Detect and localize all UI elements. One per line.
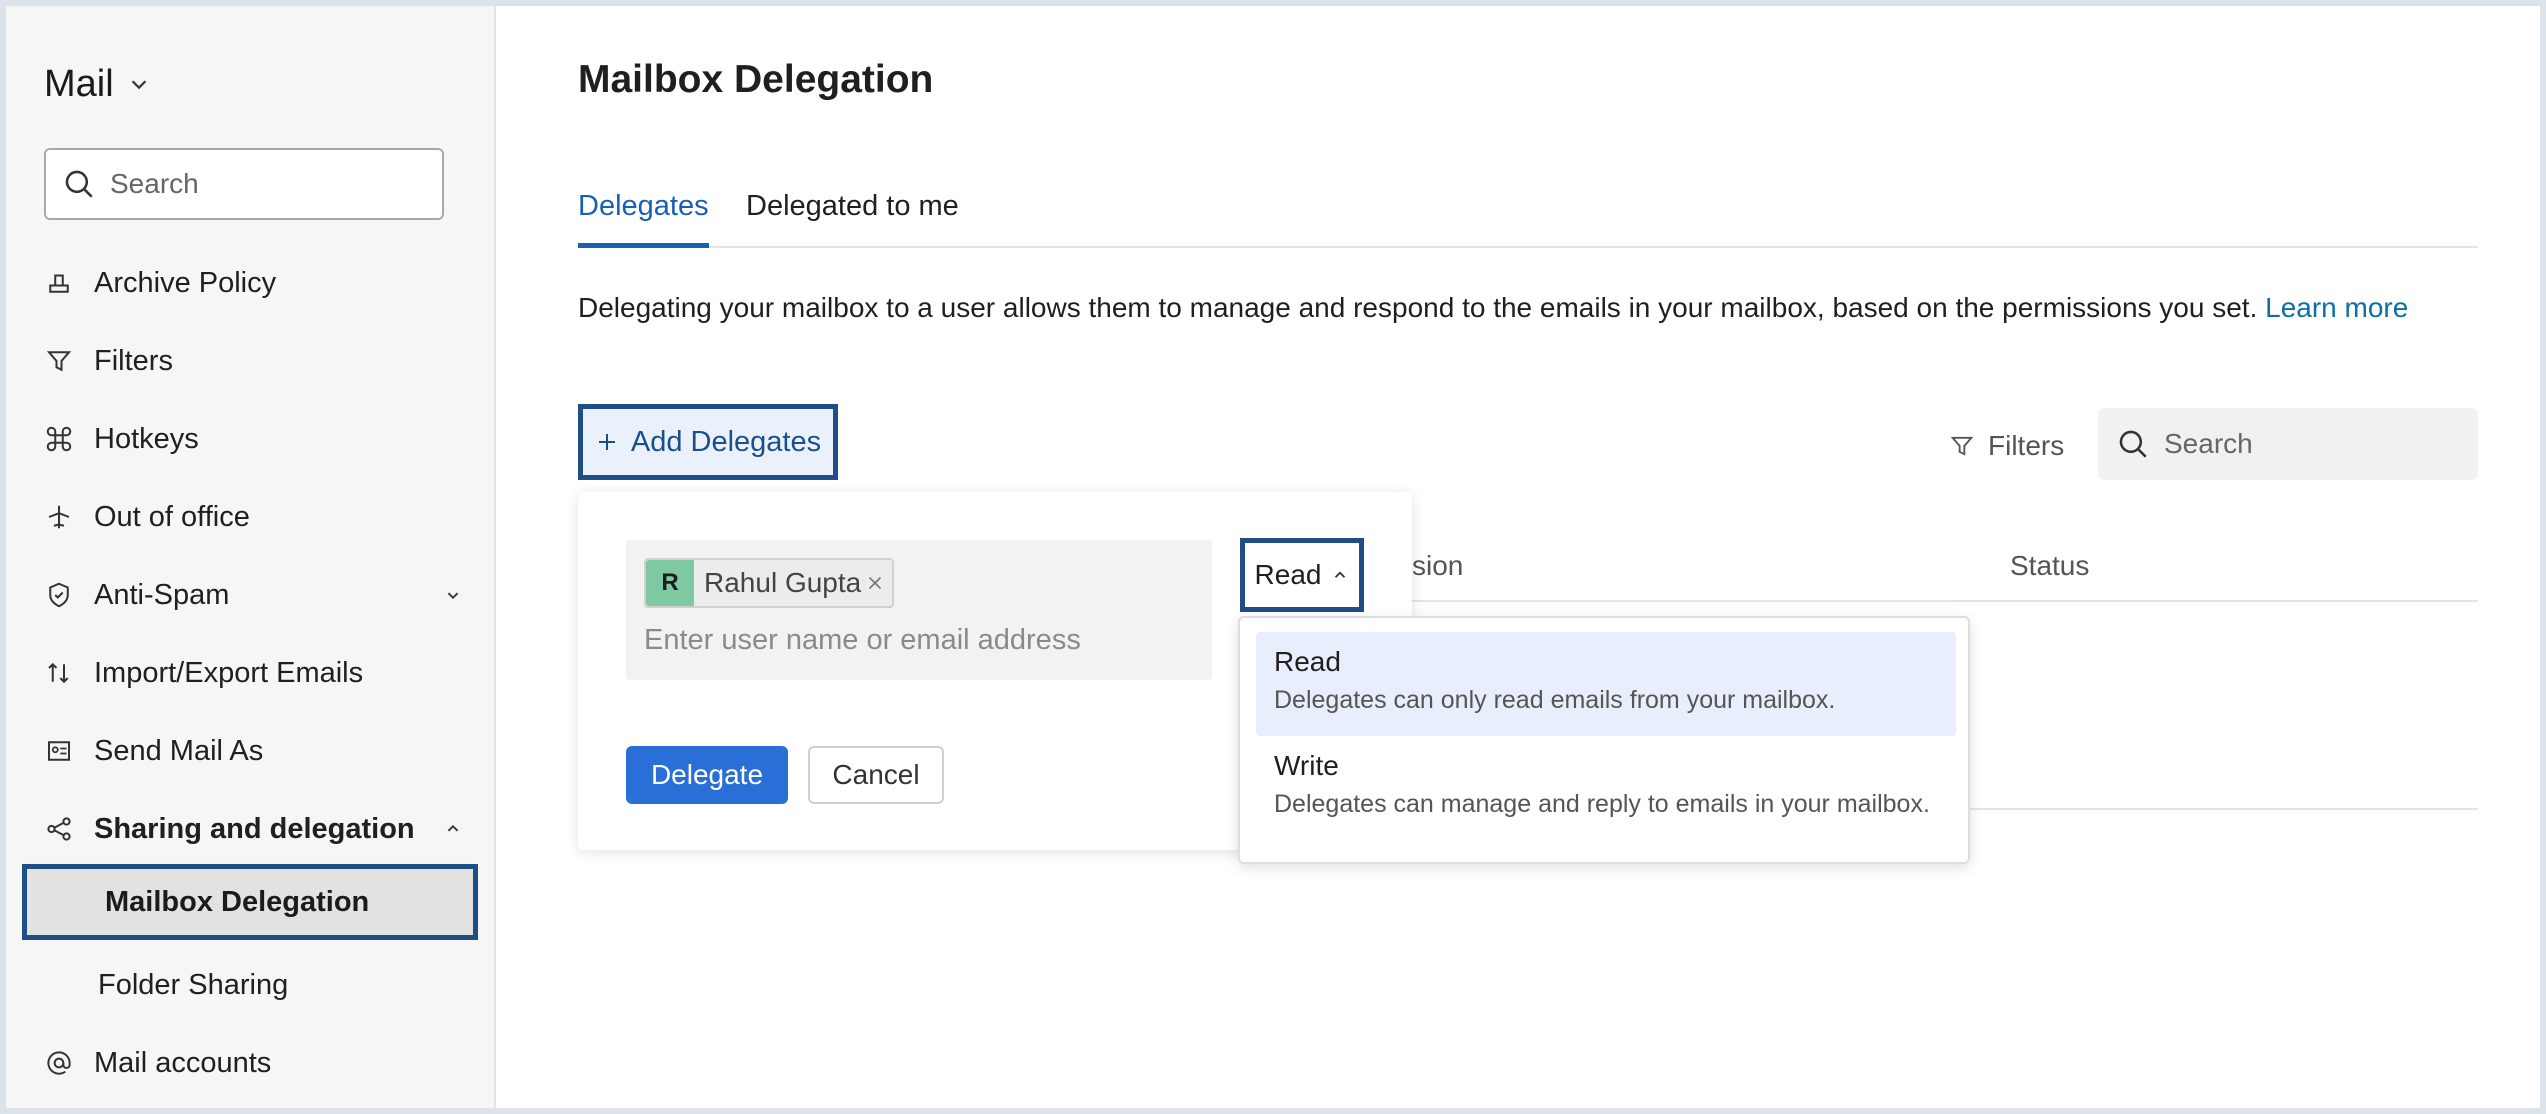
sidebar: Mail Archive Policy Filters Hotkeys Out … <box>6 6 496 1108</box>
sidebar-item-sharing-delegation[interactable]: Sharing and delegation <box>44 799 464 859</box>
sidebar-item-filters[interactable]: Filters <box>44 331 464 391</box>
sidebar-item-label: Hotkeys <box>94 422 199 455</box>
chevron-down-icon <box>447 592 459 600</box>
sidebar-item-label: Anti-Spam <box>94 578 230 611</box>
option-title: Write <box>1274 750 1339 781</box>
archive-icon <box>49 274 69 293</box>
sidebar-item-send-mail-as[interactable]: Send Mail As <box>44 721 464 781</box>
tab-delegates[interactable]: Delegates <box>578 184 709 248</box>
table-header: ssion Status <box>1366 538 2478 602</box>
permission-select-value: Read <box>1254 559 1322 590</box>
search-icon <box>2119 430 2147 458</box>
sidebar-item-label: Out of office <box>94 500 250 533</box>
sidebar-item-import-export[interactable]: Import/Export Emails <box>44 643 464 703</box>
filter-icon <box>46 351 72 372</box>
sidebar-subitem-label: Mailbox Delegation <box>105 885 370 918</box>
recipient-chip[interactable]: R Rahul Gupta <box>644 558 894 608</box>
column-header-status: Status <box>2010 550 2090 581</box>
sidebar-item-out-of-office[interactable]: Out of office <box>44 487 464 547</box>
sidebar-item-label: Archive Policy <box>94 266 277 299</box>
tab-delegated-to-me[interactable]: Delegated to me <box>746 184 959 248</box>
sidebar-item-label: Sharing and delegation <box>94 812 415 845</box>
transfer-arrows-icon <box>48 662 69 684</box>
sidebar-item-label: Filters <box>94 344 173 377</box>
plus-icon <box>598 434 615 450</box>
page-title: Mailbox Delegation <box>578 58 934 101</box>
permission-dropdown: Read Delegates can only read emails from… <box>1238 616 1970 864</box>
close-icon[interactable] <box>864 572 886 594</box>
command-key-icon <box>46 426 72 452</box>
delegates-search[interactable] <box>2098 408 2478 480</box>
permission-select[interactable]: Read <box>1240 538 1364 612</box>
filters-button[interactable]: Filters <box>1948 430 2064 462</box>
app-window: Mail Archive Policy Filters Hotkeys Out … <box>6 6 2540 1108</box>
chevron-up-icon <box>1335 571 1346 578</box>
sidebar-item-label: Mail accounts <box>94 1046 272 1079</box>
at-sign-icon <box>47 1051 71 1075</box>
sidebar-search[interactable] <box>44 148 444 220</box>
app-switcher[interactable]: Mail <box>44 60 150 108</box>
cancel-button[interactable]: Cancel <box>808 746 944 804</box>
permission-option-write[interactable]: Write Delegates can manage and reply to … <box>1256 736 1956 840</box>
description-text: Delegating your mailbox to a user allows… <box>578 292 2258 323</box>
add-delegates-button[interactable]: Add Delegates <box>578 404 838 480</box>
sidebar-search-input[interactable] <box>110 168 410 200</box>
sidebar-subitem-mailbox-delegation[interactable]: Mailbox Delegation <box>22 864 478 940</box>
sidebar-item-label: Send Mail As <box>94 734 264 767</box>
description: Delegating your mailbox to a user allows… <box>578 292 2408 324</box>
sidebar-item-hotkeys[interactable]: Hotkeys <box>44 409 464 469</box>
filter-icon <box>1950 436 1974 456</box>
tab-label: Delegates <box>578 190 709 222</box>
option-description: Delegates can only read emails from your… <box>1274 686 1836 714</box>
option-description: Delegates can manage and reply to emails… <box>1274 790 1930 818</box>
sidebar-item-label: Import/Export Emails <box>94 656 364 689</box>
option-title: Read <box>1274 646 1341 677</box>
shield-check-icon <box>49 582 69 608</box>
sidebar-item-anti-spam[interactable]: Anti-Spam <box>44 565 464 625</box>
sidebar-item-mail-accounts[interactable]: Mail accounts <box>44 1033 464 1093</box>
add-delegates-label: Add Delegates <box>630 425 822 458</box>
sidebar-subitem-folder-sharing[interactable]: Folder Sharing <box>98 955 478 1015</box>
chevron-down-icon <box>131 80 146 90</box>
tab-label: Delegated to me <box>746 190 959 222</box>
sidebar-subitem-label: Folder Sharing <box>98 968 289 1001</box>
chevron-up-icon <box>447 824 459 832</box>
recipient-input[interactable] <box>644 624 1184 657</box>
learn-more-link[interactable]: Learn more <box>2265 292 2408 323</box>
avatar: R <box>646 560 694 606</box>
plane-icon <box>48 505 70 529</box>
delegates-search-input[interactable] <box>2164 428 2464 460</box>
filters-label: Filters <box>1988 430 2065 461</box>
app-title: Mail <box>44 62 114 105</box>
sidebar-item-archive-policy[interactable]: Archive Policy <box>44 253 464 313</box>
delegate-button[interactable]: Delegate <box>626 746 788 804</box>
id-card-icon <box>48 741 70 761</box>
tab-bar: Delegates Delegated to me <box>578 184 2478 248</box>
recipient-chip-name: Rahul Gupta <box>704 567 862 598</box>
recipient-field[interactable]: R Rahul Gupta <box>626 540 1212 680</box>
permission-option-read[interactable]: Read Delegates can only read emails from… <box>1256 632 1956 736</box>
search-icon <box>65 170 93 198</box>
share-icon <box>47 817 71 841</box>
